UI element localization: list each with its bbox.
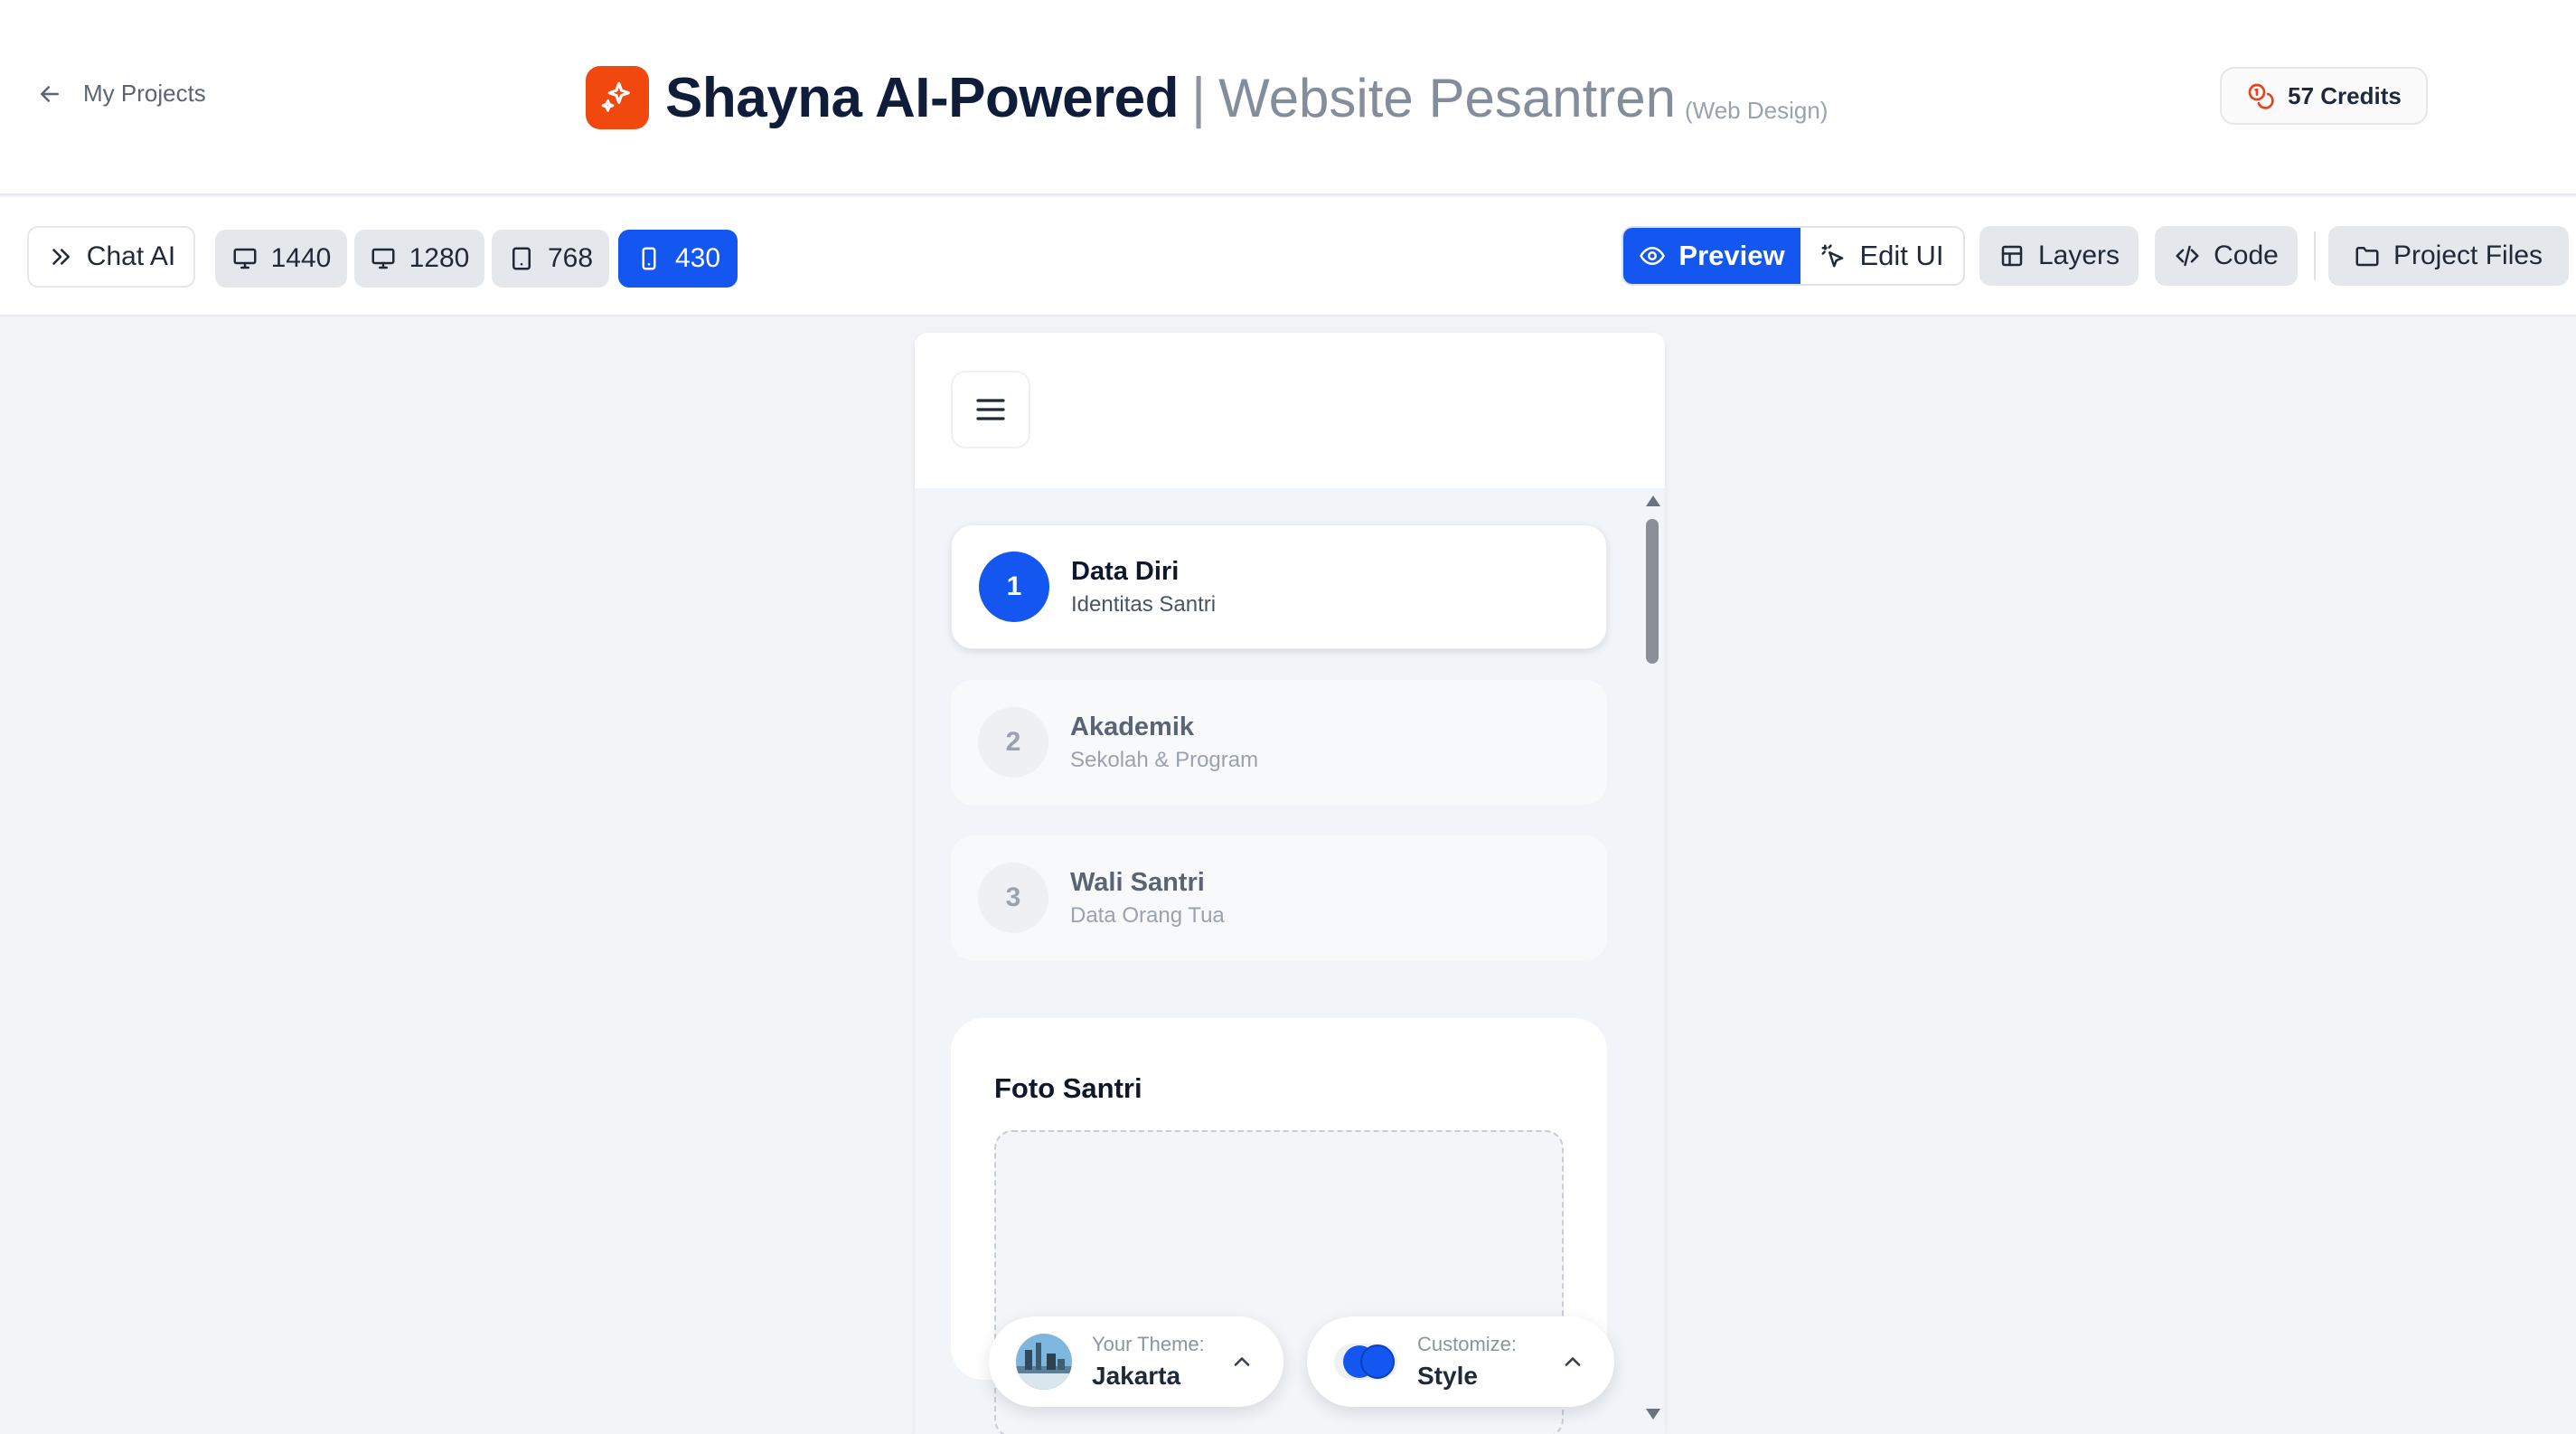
customize-value: Style: [1417, 1362, 1478, 1390]
preview-topbar: [915, 333, 1665, 488]
title-main: Shayna AI-Powered: [665, 66, 1180, 129]
code-button[interactable]: Code: [2155, 226, 2298, 286]
toolbar-divider: [2314, 231, 2316, 280]
tablet-icon: [512, 247, 531, 270]
step-number: 3: [978, 863, 1048, 933]
customize-label: Customize:: [1417, 1333, 1518, 1355]
preview-content: 1 Data Diri Identitas Santri 2 Akademik …: [915, 488, 1665, 1434]
step-title: Akademik: [1070, 712, 1195, 741]
title-separator: |: [1191, 66, 1207, 129]
scroll-down-arrow[interactable]: [1646, 1409, 1660, 1420]
viewport-label: 430: [674, 243, 721, 273]
desktop-icon: [371, 248, 395, 269]
viewport-1280-button[interactable]: 1280: [354, 230, 484, 288]
project-files-button[interactable]: Project Files: [2328, 226, 2569, 286]
step-number: 1: [979, 552, 1049, 622]
step-akademik[interactable]: 2 Akademik Sekolah & Program: [951, 680, 1607, 805]
layers-label: Layers: [2037, 241, 2120, 270]
theme-value: Jakarta: [1092, 1362, 1181, 1390]
viewport-1440-button[interactable]: 1440: [215, 230, 347, 288]
customize-style-selector[interactable]: Customize: Style: [1307, 1316, 1614, 1407]
theme-selector[interactable]: Your Theme: Jakarta: [989, 1316, 1283, 1407]
back-label: My Projects: [83, 80, 206, 107]
project-files-label: Project Files: [2393, 241, 2543, 270]
viewport-label: 1280: [409, 243, 470, 273]
scrollbar-thumb[interactable]: [1646, 519, 1659, 664]
menu-icon: [976, 399, 1005, 420]
title-sub: Website Pesantren: [1218, 67, 1676, 128]
city-thumbnail-image: [1016, 1334, 1072, 1390]
viewport-label: 768: [547, 243, 594, 273]
step-number: 2: [978, 707, 1048, 778]
preview-scrollbar[interactable]: [1643, 488, 1661, 1420]
hamburger-menu-button[interactable]: [951, 371, 1030, 448]
step-wali-santri[interactable]: 3 Wali Santri Data Orang Tua: [951, 835, 1607, 960]
preview-label: Preview: [1678, 240, 1785, 271]
theme-label: Your Theme:: [1092, 1333, 1205, 1355]
arrow-left-icon: [41, 85, 59, 102]
theme-thumbnail: [1016, 1334, 1072, 1390]
layout-icon: [2001, 245, 2023, 267]
edit-ui-label: Edit UI: [1859, 240, 1944, 271]
edit-ui-tab[interactable]: Edit UI: [1800, 228, 1963, 284]
photo-card-title: Foto Santri: [994, 1072, 1142, 1104]
code-icon: [2176, 245, 2199, 267]
chat-ai-label: Chat AI: [86, 241, 176, 271]
step-title: Data Diri: [1071, 556, 1180, 586]
scroll-up-arrow[interactable]: [1646, 495, 1660, 506]
project-title: Shayna AI-Powered | Website Pesantren (W…: [586, 65, 1828, 130]
layers-button[interactable]: Layers: [1979, 226, 2139, 286]
eye-icon: [1640, 246, 1666, 266]
coins-icon: [2248, 83, 2274, 109]
credits-label: 57 Credits: [2288, 81, 2402, 109]
folder-icon: [2355, 247, 2379, 267]
cursor-click-icon: [1821, 244, 1844, 268]
mode-switch: Preview Edit UI: [1622, 226, 1965, 286]
step-subtitle: Data Orang Tua: [1070, 902, 1225, 928]
credits-badge[interactable]: 57 Credits: [2220, 67, 2428, 125]
sparkles-icon: [601, 81, 630, 112]
preview-tab[interactable]: Preview: [1623, 228, 1800, 284]
viewport-label: 1440: [270, 243, 332, 273]
viewport-430-button[interactable]: 430: [618, 230, 738, 288]
step-subtitle: Identitas Santri: [1071, 591, 1217, 617]
desktop-icon: [233, 248, 257, 269]
code-label: Code: [2214, 241, 2279, 270]
style-toggle-icon: [1334, 1342, 1397, 1382]
chevrons-right-icon: [52, 249, 70, 265]
toolbar: Chat AI 1440 1280 768 430 Preview Edit U…: [0, 197, 2576, 316]
title-tag: (Web Design): [1684, 97, 1829, 124]
step-data-diri[interactable]: 1 Data Diri Identitas Santri: [951, 524, 1607, 649]
app-header: My Projects Shayna AI-Powered | Website …: [0, 0, 2576, 195]
step-title: Wali Santri: [1070, 867, 1205, 897]
chevron-up-icon: [1234, 1357, 1250, 1366]
chat-ai-button[interactable]: Chat AI: [27, 226, 195, 288]
viewport-768-button[interactable]: 768: [492, 230, 609, 288]
step-subtitle: Sekolah & Program: [1070, 747, 1259, 772]
back-to-projects-link[interactable]: My Projects: [36, 80, 206, 108]
mobile-preview-frame: 1 Data Diri Identitas Santri 2 Akademik …: [915, 333, 1665, 1434]
app-logo: [586, 66, 649, 129]
phone-icon: [642, 247, 656, 270]
chevron-up-icon: [1565, 1357, 1581, 1366]
